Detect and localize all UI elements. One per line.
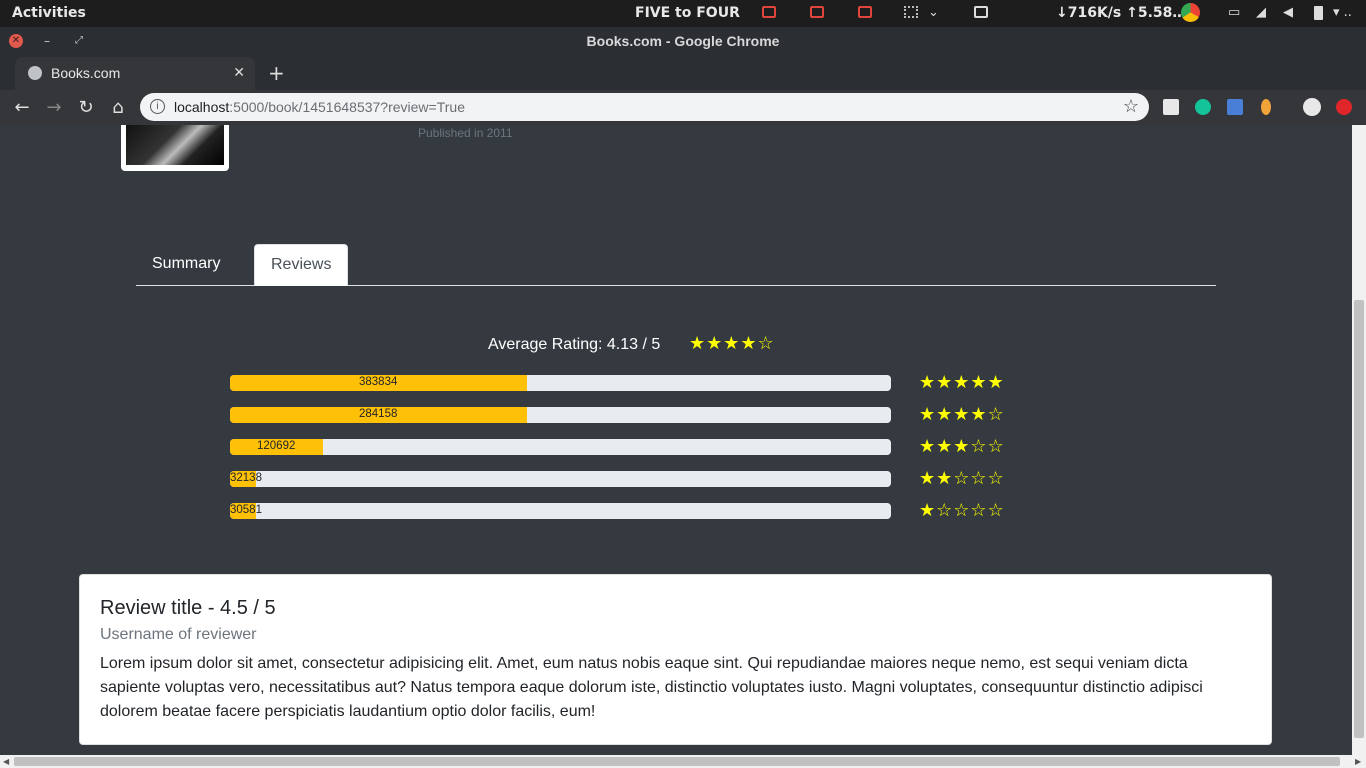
review-body: Lorem ipsum dolor sit amet, consectetur … xyxy=(100,655,1203,720)
extension-icon[interactable] xyxy=(1163,99,1179,115)
monitor-icon[interactable] xyxy=(974,6,988,18)
rating-bar: 32138 xyxy=(230,471,891,487)
clock[interactable]: FIVE to FOUR xyxy=(635,5,740,21)
scroll-thumb[interactable] xyxy=(1354,300,1364,738)
wifi-icon[interactable]: ◢ xyxy=(1256,5,1266,20)
content-tabs: Summary Reviews xyxy=(136,244,1216,286)
bookmark-star-icon[interactable]: ☆ xyxy=(1123,96,1139,117)
rating-bar: 284158 xyxy=(230,407,891,423)
display-icon[interactable] xyxy=(810,6,824,18)
page-content: Published in 2011 Summary Reviews Averag… xyxy=(0,125,1352,755)
url-path: :5000/book/1451648537?review=True xyxy=(229,99,465,115)
network-speed: ↓716K/s ↑5.58… xyxy=(1056,5,1187,21)
address-bar[interactable]: i localhost:5000/book/1451648537?review=… xyxy=(140,93,1149,121)
tab-title: Books.com xyxy=(51,65,121,81)
rating-bar-stars: ★★★★☆ xyxy=(919,404,1005,425)
scroll-left-icon[interactable]: ◀ xyxy=(3,757,9,766)
average-rating-stars: ★★★★☆ xyxy=(689,333,775,354)
back-arrow-icon[interactable]: ← xyxy=(12,97,32,118)
reload-icon[interactable]: ↻ xyxy=(76,97,96,118)
tab-reviews[interactable]: Reviews xyxy=(254,244,349,286)
rating-bar: 120692 xyxy=(230,439,891,455)
window-title-bar: ✕ – ⤢ Books.com - Google Chrome xyxy=(0,27,1366,55)
rating-bar-stars: ★★☆☆☆ xyxy=(919,468,1005,489)
review-card: Review title - 4.5 / 5 Username of revie… xyxy=(79,574,1272,745)
scroll-thumb[interactable] xyxy=(14,757,1340,766)
volume-icon[interactable]: ◀ xyxy=(1283,5,1293,20)
rating-bar-stars: ★☆☆☆☆ xyxy=(919,500,1005,521)
chrome-icon[interactable] xyxy=(1181,3,1200,22)
display-icon[interactable] xyxy=(858,6,872,18)
system-menu-icon[interactable]: ▾ .. xyxy=(1333,5,1352,20)
scroll-right-icon[interactable]: ▶ xyxy=(1355,757,1361,766)
grid-icon[interactable] xyxy=(904,6,918,18)
profile-avatar[interactable] xyxy=(1303,98,1321,116)
average-rating: Average Rating: 4.13 / 5 xyxy=(488,336,661,353)
rating-count: 120692 xyxy=(257,440,296,452)
info-icon[interactable]: i xyxy=(150,99,165,114)
cast-icon[interactable]: ▭ xyxy=(1228,5,1240,20)
book-cover xyxy=(121,125,229,171)
rating-count: 30581 xyxy=(230,504,262,516)
chevron-down-icon[interactable]: ⌄ xyxy=(928,5,939,20)
close-tab-icon[interactable]: ✕ xyxy=(233,64,245,81)
battery-icon[interactable] xyxy=(1314,6,1323,20)
window-title: Books.com - Google Chrome xyxy=(586,33,780,49)
globe-icon xyxy=(28,66,42,80)
rating-bar: 383834 xyxy=(230,375,891,391)
rating-bar-stars: ★★★☆☆ xyxy=(919,436,1005,457)
review-title: Review title - 4.5 / 5 xyxy=(100,597,276,619)
book-cover-image xyxy=(126,125,224,165)
browser-tab[interactable]: Books.com ✕ xyxy=(15,57,255,90)
grammarly-icon[interactable] xyxy=(1195,99,1211,115)
published-date: Published in 2011 xyxy=(418,126,513,140)
browser-toolbar: ← → ↻ ⌂ i localhost:5000/book/1451648537… xyxy=(0,90,1366,125)
tab-strip: Books.com ✕ + xyxy=(0,55,1366,90)
extension-icon[interactable] xyxy=(1261,99,1271,115)
reviewer-username: Username of reviewer xyxy=(100,626,257,643)
horizontal-scrollbar[interactable]: ◀ ▶ xyxy=(0,755,1366,768)
new-tab-button[interactable]: + xyxy=(268,61,285,85)
update-icon[interactable] xyxy=(1336,99,1352,115)
rating-count: 284158 xyxy=(359,408,398,420)
translate-icon[interactable] xyxy=(1227,99,1243,115)
url-host: localhost xyxy=(174,99,230,115)
tab-summary[interactable]: Summary xyxy=(136,244,236,286)
forward-arrow-icon[interactable]: → xyxy=(44,97,64,118)
rating-bar-stars: ★★★★★ xyxy=(919,372,1005,393)
activities-button[interactable]: Activities xyxy=(12,5,86,21)
display-icon[interactable] xyxy=(762,6,776,18)
rating-count: 383834 xyxy=(359,376,398,388)
rating-bar: 30581 xyxy=(230,503,891,519)
home-icon[interactable]: ⌂ xyxy=(108,97,128,118)
os-top-bar: Activities FIVE to FOUR ⌄ ↓716K/s ↑5.58…… xyxy=(0,0,1366,27)
vertical-scrollbar[interactable] xyxy=(1352,125,1366,755)
rating-count: 32138 xyxy=(230,472,262,484)
